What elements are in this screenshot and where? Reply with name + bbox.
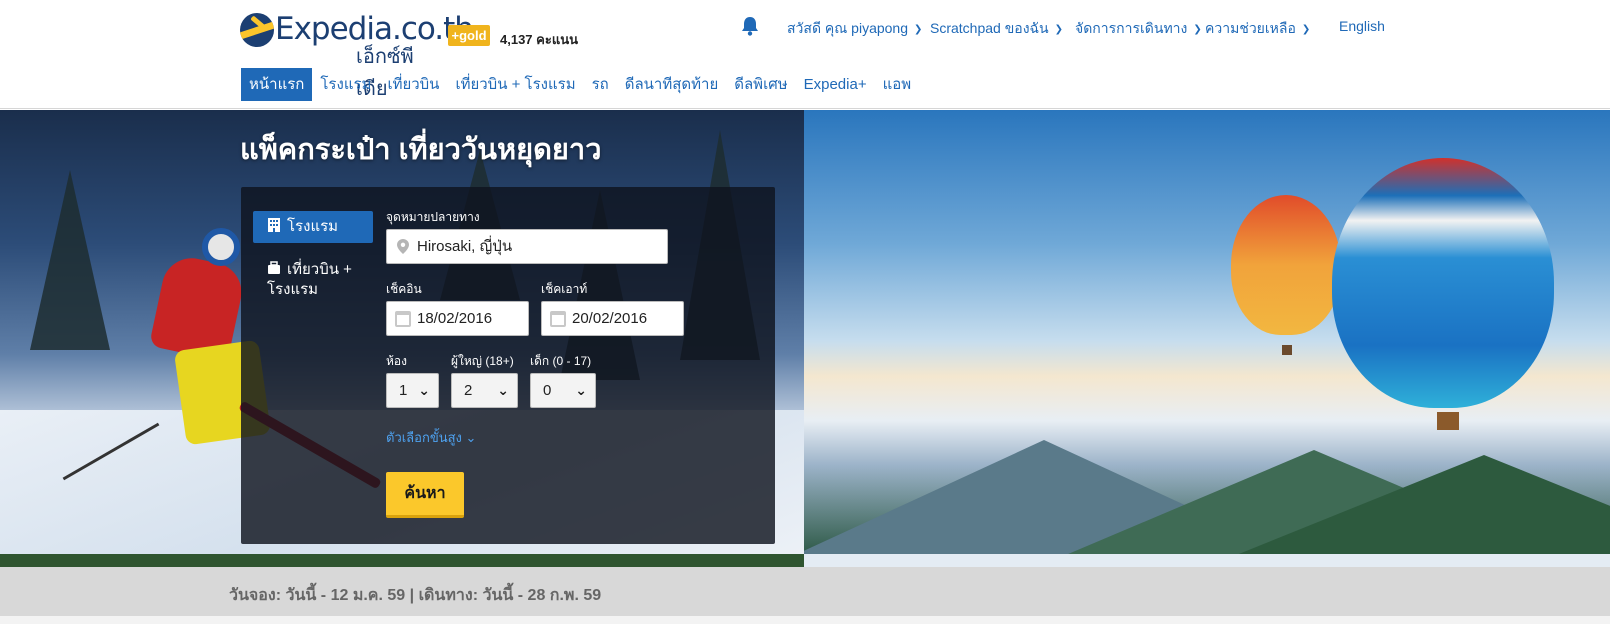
suitcase-icon bbox=[268, 261, 280, 274]
nav-flight-hotel[interactable]: เที่ยวบิน + โรงแรม bbox=[447, 68, 583, 101]
adults-label: ผู้ใหญ่ (18+) bbox=[451, 354, 514, 368]
hot-air-balloon-large bbox=[1332, 158, 1554, 408]
expedia-logo[interactable]: Expedia.co.th เอ็กซ์พีเดีย bbox=[240, 10, 474, 100]
double-chevron-down-icon: ⌄ bbox=[465, 430, 477, 445]
checkin-date-input[interactable]: 18/02/2016 bbox=[386, 301, 529, 336]
nav-deals[interactable]: ดีลพิเศษ bbox=[726, 68, 795, 101]
hotel-search-panel: โรงแรม เที่ยวบิน + โรงแรม จุดหมายปลายทาง… bbox=[241, 187, 775, 544]
search-button[interactable]: ค้นหา bbox=[386, 472, 464, 518]
nav-cars[interactable]: รถ bbox=[584, 68, 617, 101]
manage-trips-menu[interactable]: จัดการการเดินทาง ❯ bbox=[1075, 18, 1202, 40]
skier-helmet bbox=[202, 228, 240, 266]
hotel-building-icon bbox=[268, 218, 280, 232]
tab-flight-hotel[interactable]: เที่ยวบิน + โรงแรม bbox=[253, 253, 373, 307]
promo-strip-image-edge bbox=[804, 554, 1610, 567]
children-value: 0 bbox=[543, 382, 552, 399]
scratchpad-menu[interactable]: Scratchpad ของฉัน ❯ bbox=[930, 18, 1063, 40]
promo-dates-text: วันจอง: วันนี้ - 12 ม.ค. 59 | เดินทาง: ว… bbox=[229, 587, 602, 604]
main-nav: หน้าแรก โรงแรม เที่ยวบิน เที่ยวบิน + โรง… bbox=[241, 68, 919, 101]
help-menu-label: ความช่วยเหลือ bbox=[1205, 20, 1296, 36]
destination-label: จุดหมายปลายทาง bbox=[386, 210, 480, 224]
site-header: Expedia.co.th เอ็กซ์พีเดีย +gold 4,137 ค… bbox=[0, 0, 1610, 109]
chevron-down-icon: ❯ bbox=[1193, 24, 1202, 35]
rooms-label: ห้อง bbox=[386, 354, 407, 368]
adults-select[interactable]: 2 ⌄ bbox=[451, 373, 518, 408]
calendar-icon bbox=[550, 311, 566, 327]
nav-expedia-plus[interactable]: Expedia+ bbox=[796, 68, 875, 101]
location-pin-icon bbox=[397, 239, 409, 254]
advanced-options-label: ตัวเลือกขั้นสูง bbox=[386, 430, 462, 445]
expedia-globe-icon bbox=[240, 13, 274, 47]
manage-trips-menu-label: จัดการการเดินทาง bbox=[1075, 20, 1188, 36]
nav-flights[interactable]: เที่ยวบิน bbox=[379, 68, 447, 101]
nav-home[interactable]: หน้าแรก bbox=[241, 68, 313, 101]
checkout-date-input[interactable]: 20/02/2016 bbox=[541, 301, 684, 336]
adults-value: 2 bbox=[464, 382, 473, 399]
hero-image-balloons bbox=[804, 110, 1610, 554]
destination-input[interactable]: Hirosaki, ญี่ปุ่น bbox=[386, 229, 668, 264]
notification-bell-icon[interactable] bbox=[741, 16, 759, 36]
balloon-basket bbox=[1437, 412, 1459, 430]
chevron-down-icon: ❯ bbox=[1301, 24, 1311, 35]
checkin-value: 18/02/2016 bbox=[417, 310, 493, 327]
page-bottom-edge bbox=[0, 616, 1610, 624]
balloon-basket bbox=[1282, 345, 1292, 355]
account-menu[interactable]: สวัสดี คุณ piyapong ❯ bbox=[787, 18, 922, 40]
tab-hotels[interactable]: โรงแรม bbox=[253, 211, 373, 243]
nav-last-minute[interactable]: ดีลนาทีสุดท้าย bbox=[617, 68, 727, 101]
children-select[interactable]: 0 ⌄ bbox=[530, 373, 596, 408]
checkout-label: เช็คเอาท์ bbox=[541, 282, 588, 296]
gold-badge: +gold bbox=[448, 25, 490, 46]
help-menu[interactable]: ความช่วยเหลือ ❯ bbox=[1205, 18, 1310, 40]
chevron-down-icon: ❯ bbox=[914, 24, 923, 35]
chevron-down-icon: ⌄ bbox=[418, 382, 430, 398]
chevron-down-icon: ⌄ bbox=[575, 382, 587, 398]
checkout-value: 20/02/2016 bbox=[572, 310, 648, 327]
chevron-down-icon: ⌄ bbox=[497, 382, 509, 398]
nav-hotels[interactable]: โรงแรม bbox=[312, 68, 379, 101]
nav-app[interactable]: แอพ bbox=[875, 68, 920, 101]
mountain-shape bbox=[1224, 455, 1610, 554]
hero-title: แพ็คกระเป๋า เที่ยววันหยุดยาว bbox=[240, 134, 602, 166]
tab-hotels-label: โรงแรม bbox=[287, 218, 339, 235]
points-balance[interactable]: 4,137 คะแนน bbox=[500, 29, 578, 50]
rooms-value: 1 bbox=[399, 382, 408, 399]
chevron-down-icon: ❯ bbox=[1054, 24, 1064, 35]
rooms-select[interactable]: 1 ⌄ bbox=[386, 373, 439, 408]
account-menu-label: สวัสดี คุณ piyapong bbox=[787, 20, 909, 36]
hero-tree-shape bbox=[30, 170, 110, 350]
children-label: เด็ก (0 - 17) bbox=[530, 354, 592, 368]
calendar-icon bbox=[395, 311, 411, 327]
checkin-label: เช็คอิน bbox=[386, 282, 422, 296]
hot-air-balloon-small bbox=[1231, 195, 1341, 335]
scratchpad-menu-label: Scratchpad ของฉัน bbox=[930, 20, 1049, 36]
language-link[interactable]: English bbox=[1339, 18, 1385, 34]
advanced-options-link[interactable]: ตัวเลือกขั้นสูง ⌄ bbox=[386, 427, 476, 448]
destination-value: Hirosaki, ญี่ปุ่น bbox=[417, 238, 513, 255]
